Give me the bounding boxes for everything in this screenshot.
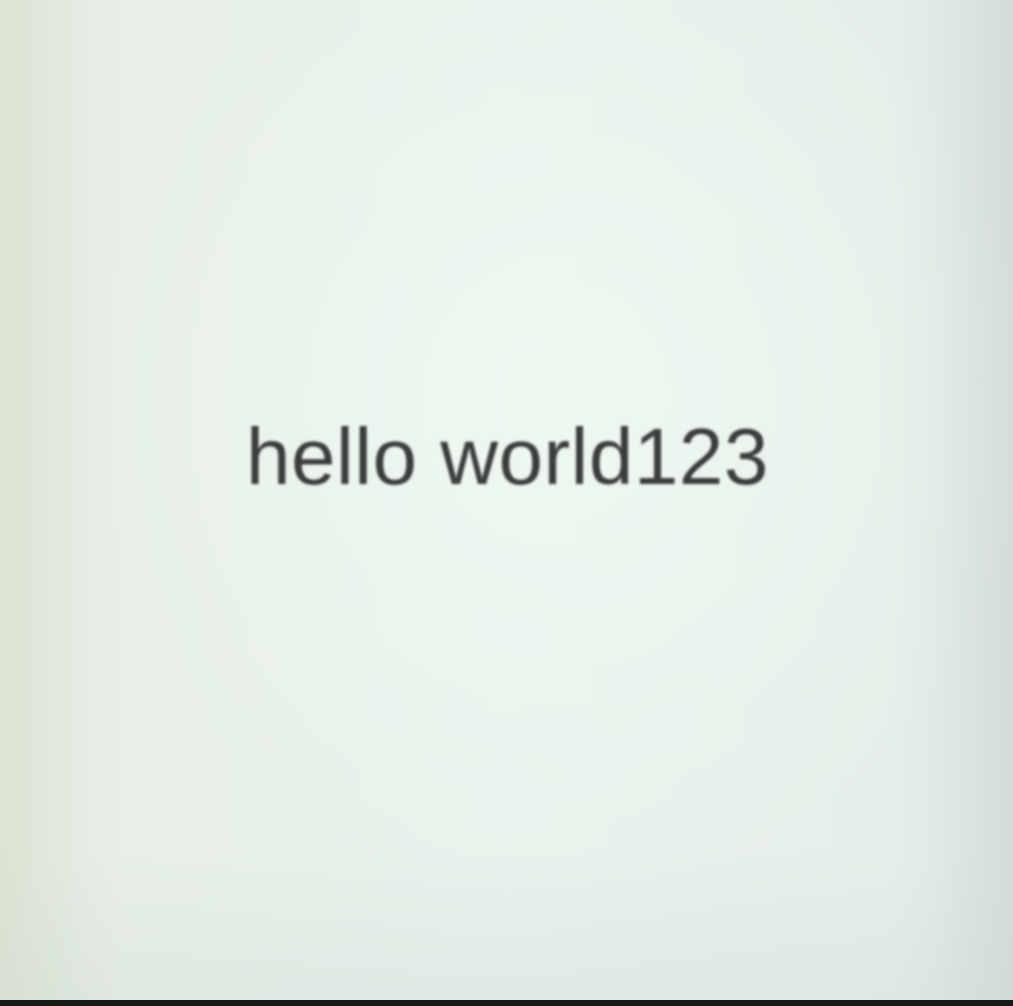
- device-screen: hello world123: [0, 0, 1013, 1000]
- display-text: hello world123: [246, 412, 769, 501]
- screen-bezel: [0, 1000, 1013, 1006]
